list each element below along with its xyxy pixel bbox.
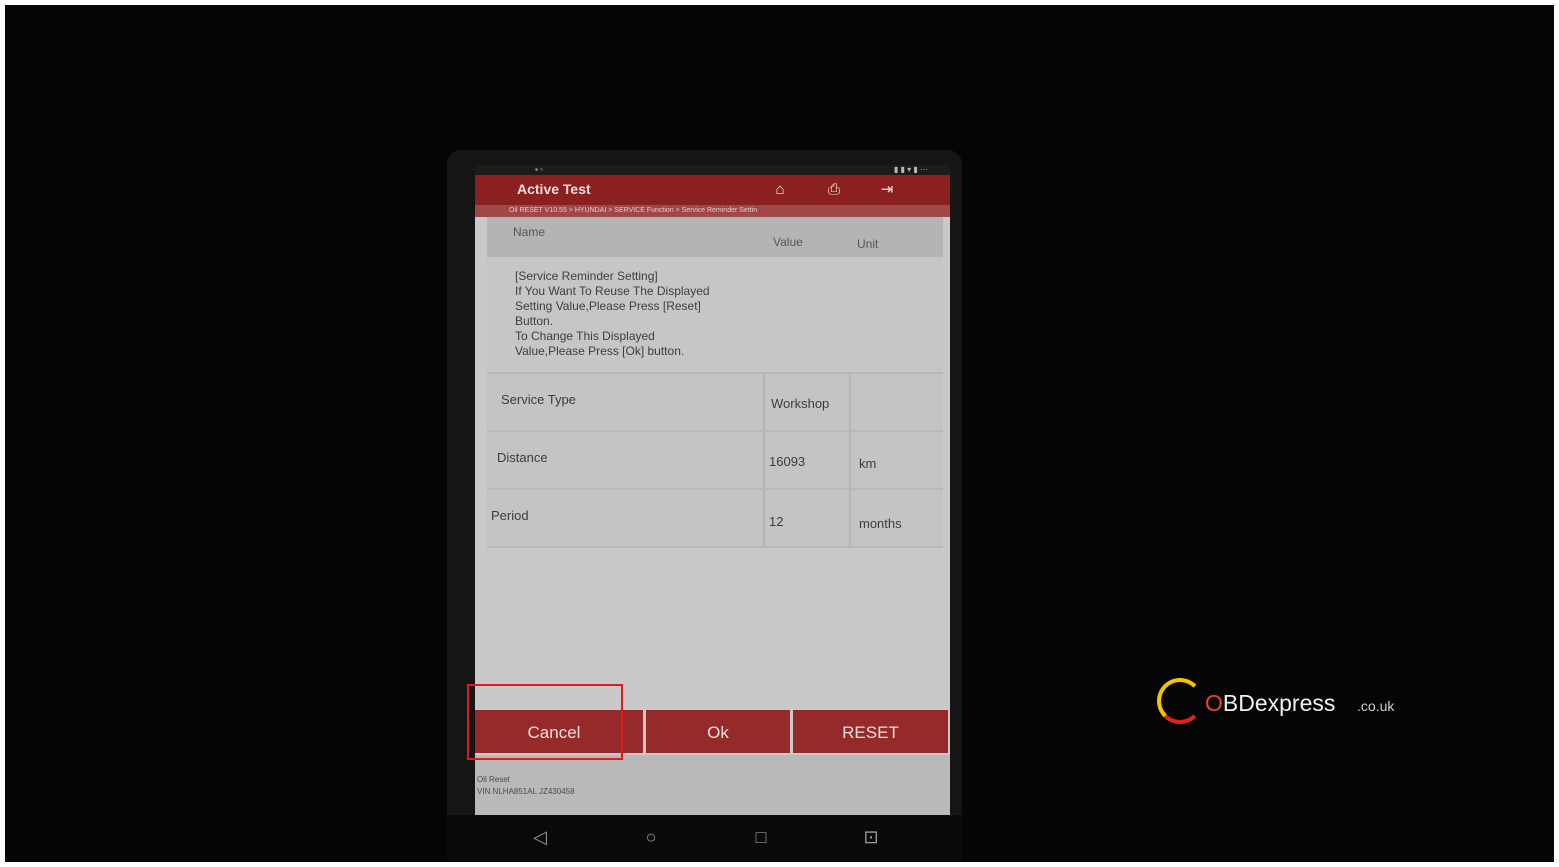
logo-suffix: .co.uk xyxy=(1357,698,1395,714)
header-name: Name xyxy=(513,225,546,239)
info-line: Button. xyxy=(515,314,554,328)
reset-button[interactable]: RESET xyxy=(793,710,948,753)
back-icon[interactable]: ◁ xyxy=(528,827,552,848)
footer-vin: VIN NLHA851AL JZ430458 xyxy=(477,787,575,796)
status-left: ▪ ▫ xyxy=(535,165,543,174)
app-bar: Active Test ⌂ ⎙ ⇥ xyxy=(475,175,950,205)
printer-icon[interactable]: ⎙ xyxy=(825,181,843,199)
info-line: To Change This Displayed xyxy=(515,329,655,343)
table-header: Name Value Unit xyxy=(487,217,943,257)
logo-ring-icon xyxy=(1157,678,1203,724)
info-line: Setting Value,Please Press [Reset] xyxy=(515,299,701,313)
column-divider xyxy=(763,374,765,430)
status-bar: ▪ ▫ ▮ ▮ ▾ ▮ ··· xyxy=(475,165,950,175)
row-value: Workshop xyxy=(771,396,830,411)
info-line: [Service Reminder Setting] xyxy=(515,269,658,283)
status-right: ▮ ▮ ▾ ▮ ··· xyxy=(893,165,928,174)
logo-brand: OBDexpress xyxy=(1205,690,1336,716)
info-line: Value,Please Press [Ok] button. xyxy=(515,344,685,358)
table-row[interactable]: Service Type Workshop xyxy=(487,374,943,432)
column-divider xyxy=(849,432,851,488)
table-row[interactable]: Distance 16093 km xyxy=(487,432,943,490)
header-unit: Unit xyxy=(857,237,879,251)
table-row[interactable]: Period 12 months xyxy=(487,490,943,548)
ok-button[interactable]: Ok xyxy=(646,710,790,753)
home-circle-icon[interactable]: ○ xyxy=(639,827,663,848)
data-table: Name Value Unit [Service Reminder Settin… xyxy=(487,217,943,548)
row-name: Service Type xyxy=(501,392,576,407)
row-unit: months xyxy=(859,516,902,531)
footer-mode: Oil Reset xyxy=(477,775,510,784)
row-value: 16093 xyxy=(769,454,806,469)
breadcrumb: Oil RESET V10.55 > HYUNDAI > SERVICE Fun… xyxy=(475,205,950,217)
cancel-highlight-box xyxy=(467,684,623,760)
column-divider xyxy=(849,490,851,546)
row-value: 12 xyxy=(769,514,784,529)
row-name: Distance xyxy=(497,450,548,465)
column-divider xyxy=(763,490,765,546)
home-icon[interactable]: ⌂ xyxy=(771,181,789,199)
column-divider xyxy=(763,432,765,488)
info-line: If You Want To Reuse The Displayed xyxy=(515,284,710,298)
android-nav-bar: ◁ ○ □ ⊡ xyxy=(447,815,962,867)
header-value: Value xyxy=(773,235,803,249)
column-divider xyxy=(849,374,851,430)
row-unit: km xyxy=(859,456,877,471)
info-row: [Service Reminder Setting] If You Want T… xyxy=(487,257,943,374)
screenshot-icon[interactable]: ⊡ xyxy=(859,827,883,848)
watermark-logo: OBDexpress .co.uk xyxy=(1157,672,1417,732)
page-title: Active Test xyxy=(517,181,591,197)
exit-icon[interactable]: ⇥ xyxy=(878,181,896,199)
info-message: [Service Reminder Setting] If You Want T… xyxy=(515,269,835,359)
footer: Oil Reset VIN NLHA851AL JZ430458 xyxy=(475,755,950,815)
recents-icon[interactable]: □ xyxy=(749,827,773,848)
row-name: Period xyxy=(491,508,529,523)
